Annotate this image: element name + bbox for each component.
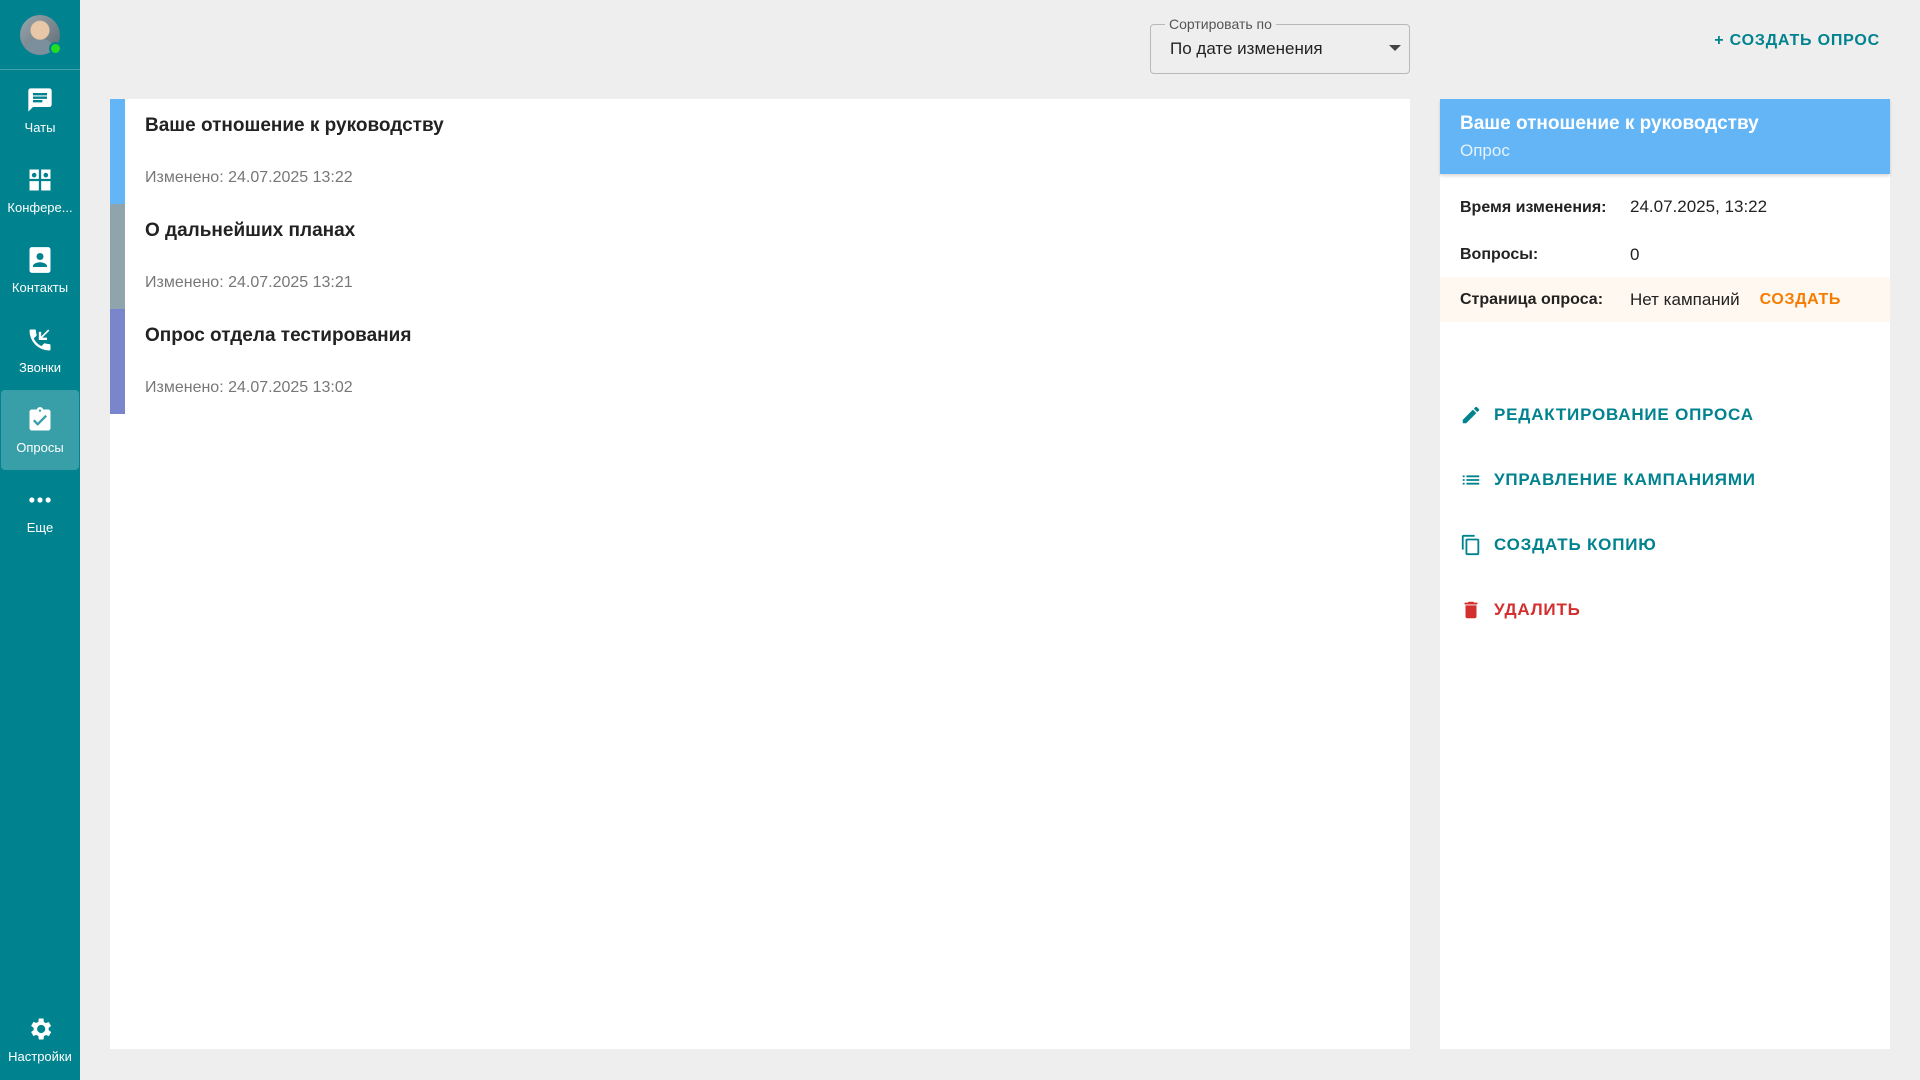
time-value: 24.07.2025, 13:22 bbox=[1630, 197, 1768, 216]
detail-row-page: Страница опроса: Нет кампаний СОЗДАТЬ bbox=[1440, 277, 1890, 322]
sidebar-item-label: Контакты bbox=[11, 279, 69, 295]
sidebar: Чаты Конфере... Контакты Звонки Опросы Е… bbox=[0, 0, 80, 1080]
manage-campaigns-label: УПРАВЛЕНИЕ КАМПАНИЯМИ bbox=[1494, 469, 1756, 489]
more-icon bbox=[29, 496, 51, 503]
sidebar-item-contacts[interactable]: Контакты bbox=[0, 230, 80, 310]
online-status-indicator bbox=[49, 41, 62, 55]
conference-icon bbox=[29, 169, 51, 190]
page-label: Страница опроса: bbox=[1460, 291, 1604, 308]
survey-title: Ваше отношение к руководству bbox=[145, 115, 444, 136]
survey-title: О дальнейших планах bbox=[145, 220, 356, 241]
questions-value: 0 bbox=[1630, 244, 1640, 264]
sort-select[interactable]: Сортировать по По дате изменения bbox=[1150, 16, 1410, 74]
sidebar-item-calls[interactable]: Звонки bbox=[0, 310, 80, 390]
sidebar-item-conferences[interactable]: Конфере... bbox=[0, 150, 80, 230]
chat-icon bbox=[28, 87, 52, 112]
details-title: Ваше отношение к руководству bbox=[1460, 113, 1759, 134]
manage-campaigns-button[interactable]: УПРАВЛЕНИЕ КАМПАНИЯМИ bbox=[1440, 447, 1890, 512]
survey-details-panel: Ваше отношение к руководству Опрос Время… bbox=[1440, 99, 1890, 1049]
survey-color-bar bbox=[110, 99, 125, 204]
survey-modified: Изменено: 24.07.2025 13:02 bbox=[145, 379, 353, 396]
survey-list: Ваше отношение к руководству Изменено: 2… bbox=[110, 99, 1410, 1049]
trash-icon bbox=[1464, 601, 1478, 618]
sidebar-item-label: Настройки bbox=[8, 1048, 72, 1064]
chevron-down-icon bbox=[1389, 45, 1401, 51]
survey-modified: Изменено: 24.07.2025 13:22 bbox=[145, 169, 353, 186]
details-header: Ваше отношение к руководству Опрос bbox=[1440, 99, 1890, 174]
list-item[interactable]: О дальнейших планах Изменено: 24.07.2025… bbox=[110, 204, 1410, 309]
copy-survey-label: СОЗДАТЬ КОПИЮ bbox=[1494, 534, 1657, 554]
sidebar-item-surveys[interactable]: Опросы bbox=[1, 390, 79, 470]
sidebar-item-label: Опросы bbox=[16, 439, 64, 455]
detail-row-time: Время изменения: 24.07.2025, 13:22 bbox=[1440, 182, 1890, 232]
pencil-icon bbox=[1462, 406, 1480, 423]
delete-survey-button[interactable]: УДАЛИТЬ bbox=[1440, 577, 1890, 642]
list-item[interactable]: Опрос отдела тестирования Изменено: 24.0… bbox=[110, 309, 1410, 414]
edit-survey-label: РЕДАКТИРОВАНИЕ ОПРОСА bbox=[1494, 404, 1754, 424]
survey-color-bar bbox=[110, 309, 125, 414]
copy-icon bbox=[1461, 534, 1480, 555]
surveys-icon bbox=[29, 406, 51, 430]
questions-label: Вопросы: bbox=[1460, 246, 1539, 263]
sort-select-label: Сортировать по bbox=[1165, 16, 1276, 32]
sidebar-item-label: Чаты bbox=[24, 119, 56, 135]
survey-title: Опрос отдела тестирования bbox=[145, 325, 412, 346]
copy-survey-button[interactable]: СОЗДАТЬ КОПИЮ bbox=[1440, 512, 1890, 577]
sidebar-item-label: Еще bbox=[26, 519, 54, 535]
create-campaign-button[interactable]: СОЗДАТЬ bbox=[1760, 291, 1841, 309]
contacts-icon bbox=[29, 246, 51, 273]
avatar-container bbox=[0, 0, 80, 70]
sidebar-item-label: Звонки bbox=[19, 359, 61, 375]
sort-select-value: По дате изменения bbox=[1170, 39, 1323, 58]
details-actions: РЕДАКТИРОВАНИЕ ОПРОСА УПРАВЛЕНИЕ КАМПАНИ… bbox=[1440, 382, 1890, 642]
create-survey-button[interactable]: + СОЗДАТЬ ОПРОС bbox=[1714, 32, 1880, 50]
detail-row-questions: Вопросы: 0 bbox=[1440, 232, 1890, 277]
gear-icon bbox=[31, 1018, 52, 1039]
survey-modified: Изменено: 24.07.2025 13:21 bbox=[145, 274, 353, 291]
sidebar-item-label: Конфере... bbox=[7, 199, 73, 215]
list-icon bbox=[1462, 474, 1480, 485]
edit-survey-button[interactable]: РЕДАКТИРОВАНИЕ ОПРОСА bbox=[1440, 382, 1890, 447]
avatar[interactable] bbox=[20, 14, 62, 55]
survey-color-bar bbox=[110, 204, 125, 309]
list-item[interactable]: Ваше отношение к руководству Изменено: 2… bbox=[110, 99, 1410, 204]
details-type: Опрос bbox=[1460, 141, 1510, 160]
sidebar-item-settings[interactable]: Настройки bbox=[0, 998, 80, 1080]
calls-icon bbox=[29, 329, 51, 350]
delete-survey-label: УДАЛИТЬ bbox=[1494, 599, 1581, 619]
sidebar-item-chats[interactable]: Чаты bbox=[0, 70, 80, 150]
page-value: Нет кампаний bbox=[1630, 289, 1740, 309]
time-label: Время изменения: bbox=[1460, 198, 1607, 216]
sidebar-item-more[interactable]: Еще bbox=[0, 470, 80, 550]
